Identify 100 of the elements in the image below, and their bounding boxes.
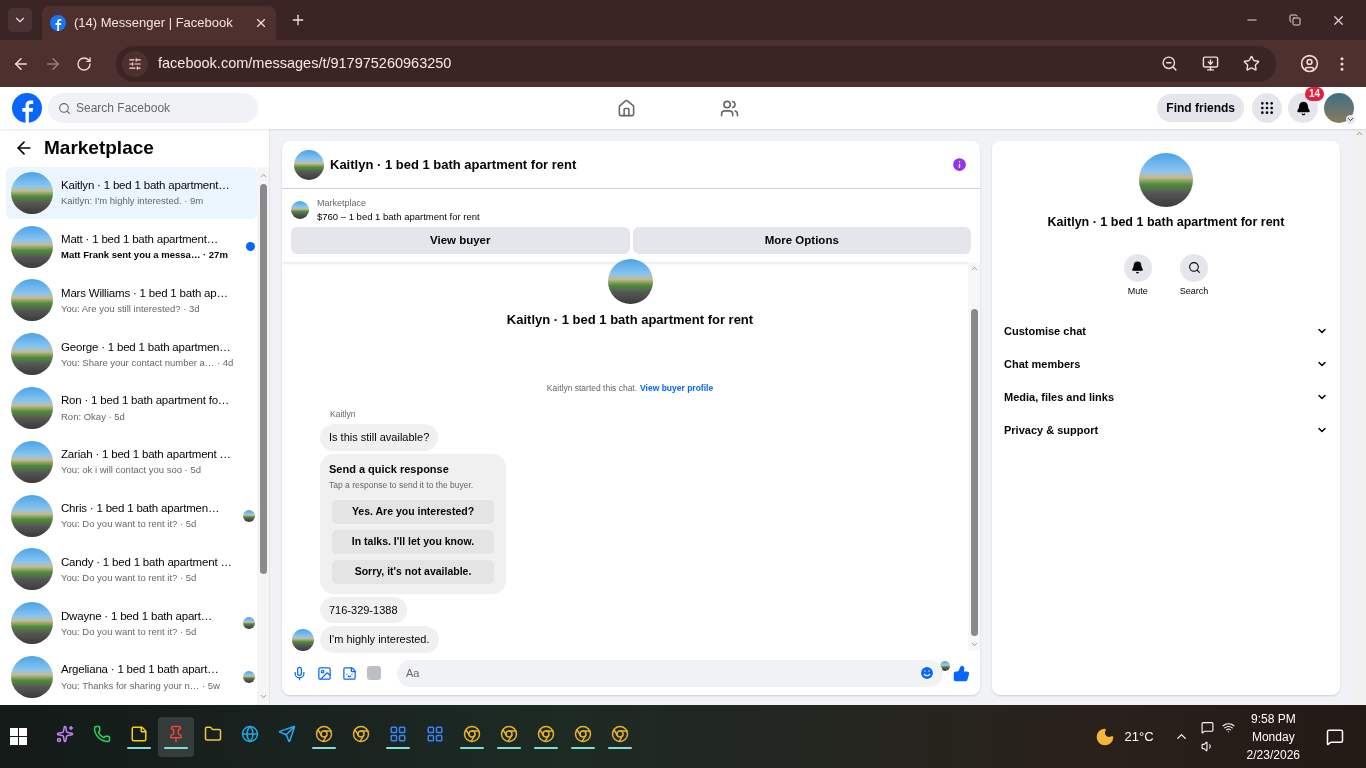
address-bar[interactable]: facebook.com/messages/t/917975260963250 — [116, 45, 1276, 82]
scrollbar-thumb[interactable] — [259, 184, 267, 574]
profile-icon[interactable] — [1300, 54, 1319, 73]
microphone-icon[interactable] — [292, 665, 307, 681]
sparkle-icon — [56, 724, 74, 743]
section-row[interactable]: Privacy & support — [998, 413, 1334, 447]
pin-icon — [167, 724, 185, 743]
tab-list-button[interactable] — [8, 8, 32, 32]
windows-start-icon[interactable] — [10, 728, 27, 745]
section-row[interactable]: Customise chat — [998, 314, 1334, 348]
conversation-item[interactable]: George · 1 bed 1 bath apartmen… You: Share your contact number a… · 4d — [6, 328, 257, 381]
photo-placeholder — [607, 259, 653, 304]
message-bubble: I'm highly interested. — [320, 626, 439, 653]
menu-button[interactable] — [1252, 93, 1282, 123]
folder-icon — [204, 724, 222, 743]
message-bubble: Is this still available? — [320, 424, 439, 451]
quick-response-title: Send a quick response — [329, 461, 450, 477]
conversation-name: Matt · 1 bed 1 bath apartment… — [61, 231, 219, 247]
bookmark-star-icon[interactable] — [1243, 55, 1260, 72]
photo-placeholder — [243, 671, 255, 684]
conversation-snippet: Matt Frank sent you a messa… · 27m — [61, 248, 229, 263]
info-icon[interactable] — [951, 156, 968, 173]
message-input[interactable]: Aa — [397, 659, 943, 687]
quick-response-subtitle: Tap a response to send it to the buyer. — [329, 479, 475, 492]
conversation-name: Dwayne · 1 bed 1 bath apart… — [61, 608, 214, 624]
conversation-item[interactable]: Ron · 1 bed 1 bath apartment fo… Ron: Okay · 5d — [6, 382, 257, 434]
clock-day: Monday — [1251, 727, 1295, 746]
home-icon[interactable] — [616, 98, 636, 118]
browser-icon — [463, 724, 481, 743]
chat-title: Kaitlyn · 1 bed 1 bath apartment for rent — [330, 155, 578, 174]
reload-icon[interactable] — [76, 55, 92, 72]
bell-icon — [1295, 100, 1311, 116]
clock-date: 2/23/2026 — [1246, 746, 1300, 764]
conversation-item[interactable]: Zariah · 1 bed 1 bath apartment … You: ok i will contact you soo · 5d — [6, 436, 257, 488]
scrollbar-thumb[interactable] — [970, 309, 978, 636]
conversation-item[interactable]: Chris · 1 bed 1 bath apartmen… You: Do you want to rent it? · 5d — [6, 489, 257, 542]
people-icon[interactable] — [719, 98, 739, 118]
photo-placeholder — [11, 440, 53, 483]
zoom-out-icon[interactable] — [1161, 55, 1178, 72]
thumbs-up-icon[interactable] — [953, 664, 970, 682]
conversation-name: Ron · 1 bed 1 bath apartment fo… — [61, 393, 231, 409]
clock-time: 9:58 PM — [1250, 710, 1296, 728]
conversation-item[interactable]: Candy · 1 bed 1 bath apartment … You: Do you want to rent it? · 5d — [6, 543, 257, 596]
photo-placeholder — [11, 171, 53, 214]
section-row[interactable]: Media, files and links — [998, 380, 1334, 414]
chevron-icon — [1346, 115, 1355, 124]
find-friends-button[interactable]: Find friends — [1157, 94, 1244, 122]
quick-response-button[interactable]: In talks. I'll let you know. — [332, 529, 494, 554]
facebook-logo-icon — [50, 15, 66, 31]
quick-response-button[interactable]: Yes. Are you interested? — [332, 499, 494, 524]
browser-icon — [574, 724, 592, 743]
action-button[interactable]: More Options — [632, 227, 971, 254]
conversation-snippet: You: Thanks for sharing your n… · 5w — [61, 678, 221, 693]
new-tab-icon[interactable] — [290, 12, 306, 28]
conversation-snippet: You: Do you want to rent it? · 5d — [61, 517, 198, 532]
photo-placeholder — [11, 548, 53, 591]
page-scrollbar[interactable] — [1352, 129, 1366, 705]
bell-button[interactable] — [1123, 253, 1152, 282]
conversation-item[interactable]: Argeliana · 1 bed 1 bath apart… You: Thanks for sharing your n… · 5w — [6, 651, 257, 703]
scrollbar[interactable] — [257, 167, 269, 705]
network-icon[interactable] — [1221, 720, 1235, 734]
photo-placeholder — [11, 279, 53, 322]
sidebar-title: Marketplace — [44, 135, 154, 160]
volume-icon[interactable] — [1200, 739, 1214, 753]
conversation-item[interactable]: Matt · 1 bed 1 bath apartment… Matt Frank sent you a messa… · 27m — [6, 220, 257, 273]
listing-title: $760 – 1 bed 1 bath apartment for rent — [317, 210, 480, 223]
site-settings-icon[interactable] — [128, 56, 142, 71]
search-icon — [1187, 261, 1201, 275]
image-icon[interactable] — [317, 665, 332, 681]
photo-placeholder — [292, 628, 314, 651]
search-button[interactable] — [1180, 253, 1208, 282]
chat-intro-title: Kaitlyn · 1 bed 1 bath apartment for rent — [506, 311, 754, 329]
facebook-logo-icon[interactable] — [12, 93, 42, 123]
bell-icon — [1131, 261, 1145, 275]
scrollbar[interactable] — [968, 262, 980, 651]
browser-icon — [611, 724, 629, 743]
browser-tab[interactable]: (14) Messenger | Facebook — [42, 6, 276, 40]
conversation-item[interactable]: Kaitlyn · 1 bed 1 bath apartment… Kaitlyn: I'm highly interested. · 9m — [6, 167, 257, 219]
notification-badge: 14 — [1304, 87, 1324, 101]
section-row[interactable]: Chat members — [998, 347, 1334, 381]
photo-placeholder — [243, 617, 255, 630]
restore-icon[interactable] — [1289, 14, 1301, 26]
conversation-item[interactable]: Mars Williams · 1 bed 1 bath ap… You: Are you still interested? · 3d — [6, 274, 257, 327]
action-button[interactable]: View buyer — [291, 227, 630, 254]
view-buyer-profile-link[interactable]: View buyer profile — [640, 381, 714, 395]
conversation-snippet: You: ok i will contact you soo · 5d — [61, 463, 203, 478]
photo-placeholder — [294, 149, 324, 180]
notifications-icon[interactable] — [1326, 727, 1344, 746]
conversation-item[interactable]: Dwayne · 1 bed 1 bath apart… You: Do you want to rent it? · 5d — [6, 597, 257, 650]
conversation-name: Chris · 1 bed 1 bath apartmen… — [61, 500, 221, 516]
quick-response-button[interactable]: Sorry, it's not available. — [332, 559, 494, 584]
close-icon[interactable] — [254, 16, 268, 30]
conversation-name: Argeliana · 1 bed 1 bath apart… — [61, 662, 220, 678]
install-icon[interactable] — [1202, 55, 1219, 72]
search-field[interactable]: Search Facebook — [48, 93, 258, 123]
browser-icon — [352, 724, 370, 743]
account-avatar[interactable] — [1324, 93, 1354, 123]
sticker-icon[interactable] — [342, 665, 357, 681]
chat-started-text: Kaitlyn started this chat. — [546, 381, 638, 395]
taskbar-app[interactable] — [158, 716, 194, 757]
